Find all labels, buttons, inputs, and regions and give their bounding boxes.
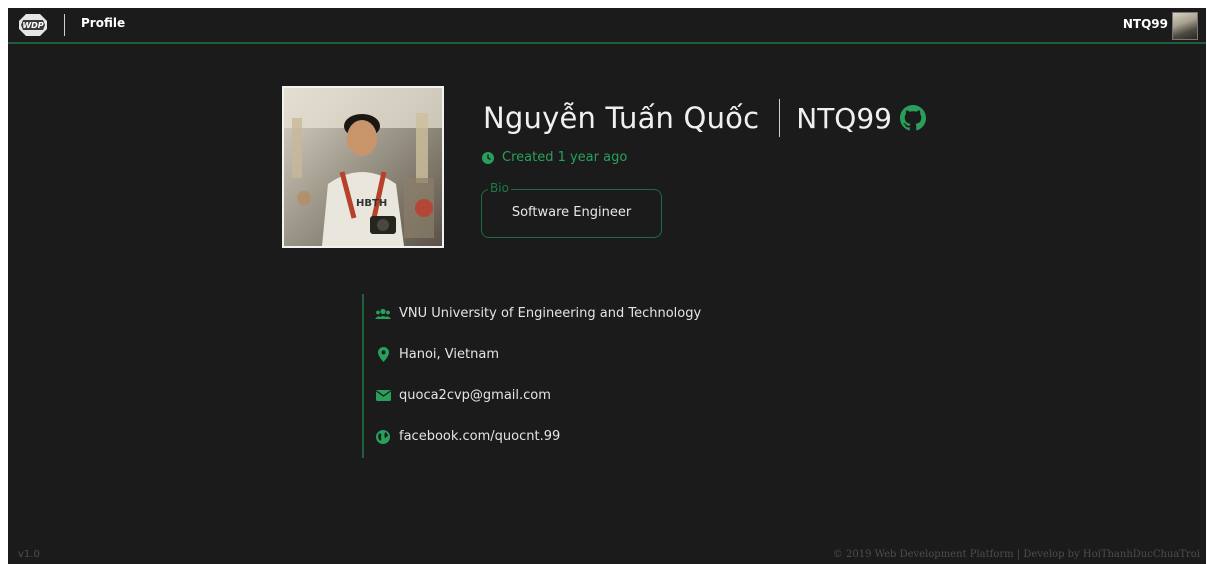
page-title: Profile — [81, 16, 126, 30]
detail-location: Hanoi, Vietnam — [375, 347, 499, 362]
created-info: Created 1 year ago — [482, 150, 627, 165]
created-text: Created 1 year ago — [502, 150, 628, 165]
users-icon — [375, 308, 391, 320]
version-label: v1.0 — [18, 549, 40, 560]
detail-organization: VNU University of Engineering and Techno… — [375, 306, 701, 321]
bio-text: Software Engineer — [511, 205, 632, 220]
footer-copyright: © 2019 Web Development Platform | Develo… — [832, 549, 1200, 560]
envelope-icon — [375, 390, 391, 401]
github-icon[interactable] — [899, 105, 926, 131]
header-username[interactable]: NTQ99 — [1123, 17, 1168, 31]
map-pin-icon — [375, 347, 391, 362]
logo-text: WDP — [22, 21, 43, 30]
detail-website[interactable]: facebook.com/quocnt.99 — [375, 429, 560, 444]
clock-icon — [482, 151, 494, 164]
full-name: Nguyễn Tuấn Quốc — [483, 101, 760, 135]
profile-avatar: HBTH — [282, 86, 444, 248]
details-accent-line — [362, 294, 364, 458]
name-divider — [779, 99, 781, 137]
header-divider — [64, 14, 65, 36]
bio-box: Bio Software Engineer — [481, 181, 662, 238]
svg-text:HBTH: HBTH — [356, 198, 387, 209]
wdp-logo[interactable]: WDP — [18, 13, 48, 37]
detail-email-text[interactable]: quoca2cvp@gmail.com — [399, 388, 551, 403]
profile-username: NTQ99 — [796, 101, 892, 135]
detail-website-text[interactable]: facebook.com/quocnt.99 — [399, 429, 560, 444]
wdp-logo-icon: WDP — [19, 14, 47, 36]
top-navbar: WDP Profile NTQ99 — [8, 8, 1206, 44]
avatar-image: HBTH — [284, 88, 442, 246]
detail-organization-text: VNU University of Engineering and Techno… — [399, 306, 702, 321]
app-window: WDP Profile NTQ99 HBTH Nguyễn Tuấn Quốc … — [8, 8, 1206, 564]
detail-email[interactable]: quoca2cvp@gmail.com — [375, 388, 551, 403]
header-avatar[interactable] — [1172, 12, 1198, 40]
globe-icon — [375, 429, 391, 444]
bio-label: Bio — [488, 181, 511, 195]
detail-location-text: Hanoi, Vietnam — [399, 347, 499, 362]
name-row: Nguyễn Tuấn Quốc NTQ99 — [483, 96, 926, 140]
